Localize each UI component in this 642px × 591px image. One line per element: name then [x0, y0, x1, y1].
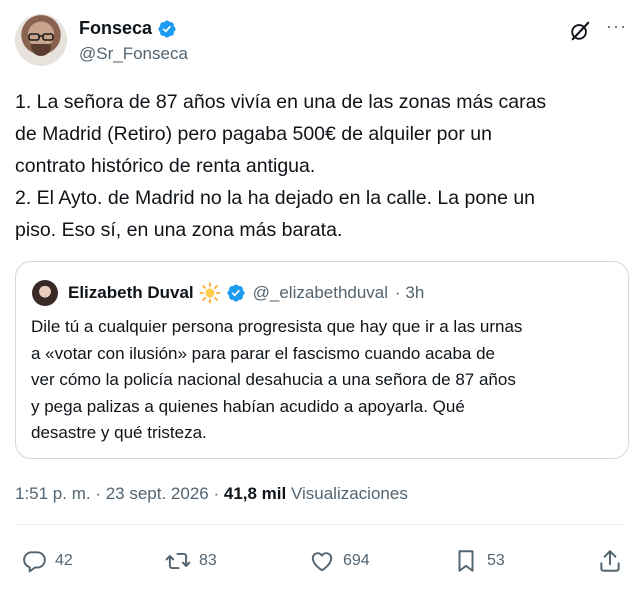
quoted-line: ver cómo la policía nacional desahucia a…	[31, 370, 516, 389]
sun-emoji-icon	[199, 282, 221, 304]
reply-button[interactable]: 42	[21, 548, 73, 574]
bookmark-icon	[458, 550, 474, 572]
quoted-author-avatar[interactable]	[32, 280, 58, 306]
meta-separator: ·	[90, 484, 106, 503]
bookmark-button[interactable]: 53	[453, 548, 505, 574]
repost-button[interactable]: 83	[165, 548, 217, 574]
quoted-tweet-header: Elizabeth Duval @_elizabethduval · 3h	[68, 282, 424, 304]
quoted-line: Dile tú a cualquier persona progresista …	[31, 317, 523, 336]
tweet-date[interactable]: 23 sept. 2026	[106, 484, 209, 503]
share-button[interactable]	[597, 548, 623, 574]
share-icon	[600, 550, 620, 572]
more-icon[interactable]: ···	[606, 16, 627, 37]
quoted-line: y pega palizas a quienes habían acudido …	[31, 396, 465, 416]
quoted-tweet-time[interactable]: · 3h	[395, 283, 424, 303]
author-name[interactable]: Fonseca	[79, 18, 152, 39]
tweet-text: 1. La señora de 87 años vivía en una de …	[15, 86, 627, 246]
quoted-tweet[interactable]: Elizabeth Duval @_elizabethduval · 3h Di…	[15, 261, 629, 459]
action-bar: 42 83 694 53	[15, 548, 627, 578]
author-handle[interactable]: @Sr_Fonseca	[79, 44, 188, 64]
quoted-tweet-text: Dile tú a cualquier persona progresista …	[31, 314, 621, 447]
author-name-line: Fonseca	[79, 18, 177, 39]
verified-badge-icon	[158, 19, 176, 38]
tweet-header: Fonseca @Sr_Fonseca ···	[15, 14, 627, 66]
reply-icon	[23, 551, 46, 573]
verified-badge-icon	[227, 284, 245, 302]
quoted-author-handle[interactable]: @_elizabethduval	[253, 283, 388, 303]
tweet-line: 1. La señora de 87 años vivía en una de …	[15, 91, 547, 113]
views-count: 41,8 mil	[223, 484, 287, 503]
grok-icon[interactable]	[569, 20, 591, 42]
bookmark-count: 53	[487, 552, 505, 569]
reply-count: 42	[55, 552, 73, 569]
tweet-time[interactable]: 1:51 p. m.	[15, 484, 91, 503]
author-avatar[interactable]	[15, 14, 67, 66]
meta-separator: ·	[208, 484, 224, 503]
quoted-author-name[interactable]: Elizabeth Duval	[68, 283, 194, 303]
tweet-line: de Madrid (Retiro) pero pagaba 500€ de a…	[15, 123, 492, 145]
tweet-meta: 1:51 p. m. · 23 sept. 2026 · 41,8 mil Vi…	[15, 484, 408, 504]
like-button[interactable]: 694	[309, 548, 370, 574]
repost-icon	[165, 552, 191, 570]
quoted-line: desastre y qué tristeza.	[31, 423, 207, 442]
like-icon	[311, 552, 333, 572]
tweet-line: 2. El Ayto. de Madrid no la ha dejado en…	[15, 187, 536, 209]
quoted-line: a «votar con ilusión» para parar el fasc…	[31, 343, 496, 363]
divider	[15, 524, 627, 525]
tweet-line: piso. Eso sí, en una zona más barata.	[15, 219, 343, 241]
repost-count: 83	[199, 552, 217, 569]
views-label: Visualizaciones	[286, 484, 408, 503]
tweet-line: contrato histórico de renta antigua.	[15, 155, 316, 177]
like-count: 694	[343, 552, 370, 569]
